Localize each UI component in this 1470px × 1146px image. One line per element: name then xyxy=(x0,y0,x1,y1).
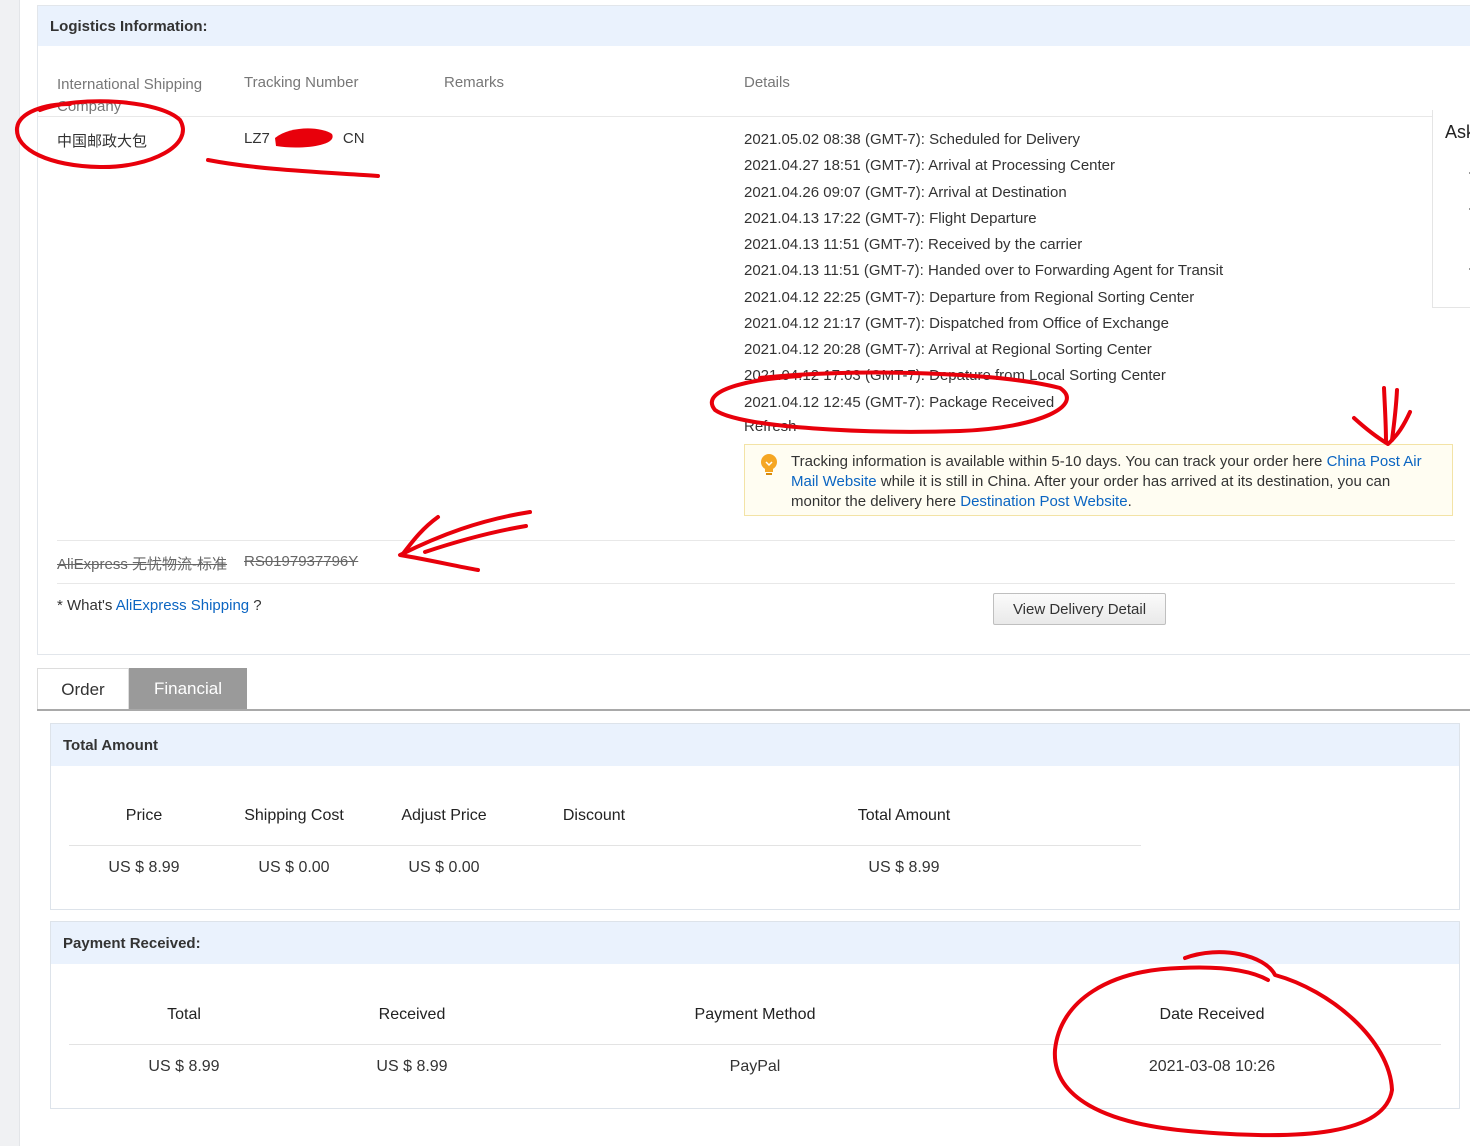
total-amount-header: Total Amount xyxy=(51,724,1459,766)
total-amount-section: Total Amount Price Shipping Cost Adjust … xyxy=(50,723,1460,910)
aliexpress-shipping-link[interactable]: AliExpress Shipping xyxy=(116,597,249,614)
payment-received-section: Payment Received: Total Received Payment… xyxy=(50,921,1460,1109)
carrier-name: 中国邮政大包 xyxy=(57,133,148,150)
col-header-remarks: Remarks xyxy=(444,74,505,91)
col-header-payment-method: Payment Method xyxy=(694,1006,816,1023)
col-header-total-amount: Total Amount xyxy=(857,807,951,824)
header-divider xyxy=(38,116,1470,117)
ask-label[interactable]: Ask xyxy=(1445,122,1470,143)
tracking-event: 2021.04.12 17:03 (GMT-7): Depature from … xyxy=(744,367,1166,384)
tracking-event: 2021.04.27 18:51 (GMT-7): Arrival at Pro… xyxy=(744,157,1116,174)
logistics-header: Logistics Information: xyxy=(38,6,1470,46)
whats-shipping-note: * What's AliExpress Shipping ? xyxy=(57,597,262,614)
tracking-tip-box: Tracking information is available within… xyxy=(744,444,1453,516)
old-shipment-company: AliExpress 无忧物流-标准 xyxy=(57,556,228,573)
total-amount-title: Total Amount xyxy=(63,737,158,754)
view-delivery-detail-button[interactable]: View Delivery Detail xyxy=(993,593,1166,625)
col-header-discount: Discount xyxy=(562,807,626,824)
tracking-suffix: CN xyxy=(342,130,365,147)
payment-received-value: US $ 8.99 xyxy=(376,1058,448,1075)
col-header-total: Total xyxy=(167,1006,201,1023)
row-divider xyxy=(57,583,1455,584)
col-header-company: International Shipping Company xyxy=(57,76,203,115)
tracking-event: 2021.04.12 21:17 (GMT-7): Dispatched fro… xyxy=(744,315,1169,332)
tracking-event: 2021.04.26 09:07 (GMT-7): Arrival at Des… xyxy=(744,184,1067,201)
total-amount-value: US $ 8.99 xyxy=(868,859,940,876)
row-divider xyxy=(57,540,1455,541)
table-divider xyxy=(69,845,1141,846)
destination-post-link[interactable]: Destination Post Website xyxy=(960,493,1127,510)
col-header-date-received: Date Received xyxy=(1159,1006,1265,1023)
shipping-cost-value: US $ 0.00 xyxy=(258,859,330,876)
tracking-event: 2021.05.02 08:38 (GMT-7): Scheduled for … xyxy=(744,131,1081,148)
tracking-event: 2021.04.12 20:28 (GMT-7): Arrival at Reg… xyxy=(744,341,1152,358)
lightbulb-icon xyxy=(761,454,777,475)
tracking-event: 2021.04.12 22:25 (GMT-7): Departure from… xyxy=(744,289,1195,306)
tracking-event: 2021.04.12 12:45 (GMT-7): Package Receiv… xyxy=(744,394,1055,411)
payment-total-value: US $ 8.99 xyxy=(148,1058,220,1075)
old-shipment-tracking: RS0197937796Y xyxy=(244,553,359,570)
tab-financial[interactable]: Financial xyxy=(129,668,247,710)
tip-text: Tracking information is available within… xyxy=(791,453,1422,510)
adjust-price-value: US $ 0.00 xyxy=(408,859,480,876)
tracking-event: 2021.04.13 11:51 (GMT-7): Handed over to… xyxy=(744,262,1224,279)
col-header-tracking: Tracking Number xyxy=(244,74,359,91)
payment-title: Payment Received: xyxy=(63,935,201,952)
ask-side-panel: Ask xyxy=(1432,110,1470,308)
tracking-number: LZ7 CN xyxy=(244,130,365,147)
col-header-received: Received xyxy=(378,1006,446,1023)
payment-method-value: PayPal xyxy=(729,1058,781,1075)
tracking-event: 2021.04.13 17:22 (GMT-7): Flight Departu… xyxy=(744,210,1037,227)
col-header-price: Price xyxy=(125,807,163,824)
logistics-title: Logistics Information: xyxy=(50,18,208,35)
col-header-details: Details xyxy=(744,74,790,91)
tracking-event: 2021.04.13 11:51 (GMT-7): Received by th… xyxy=(744,236,1083,253)
price-value: US $ 8.99 xyxy=(108,859,180,876)
refresh-link[interactable]: Refresh xyxy=(744,418,797,435)
tab-order[interactable]: Order xyxy=(37,668,129,710)
date-received-value: 2021-03-08 10:26 xyxy=(1148,1058,1276,1075)
col-header-shipping-cost: Shipping Cost xyxy=(244,807,344,824)
col-header-adjust-price: Adjust Price xyxy=(401,807,487,824)
payment-header: Payment Received: xyxy=(51,922,1459,964)
left-scroll-strip xyxy=(0,0,20,1146)
tabs-underline xyxy=(37,709,1470,711)
table-divider xyxy=(69,1044,1441,1045)
tracking-prefix: LZ7 xyxy=(244,130,270,147)
